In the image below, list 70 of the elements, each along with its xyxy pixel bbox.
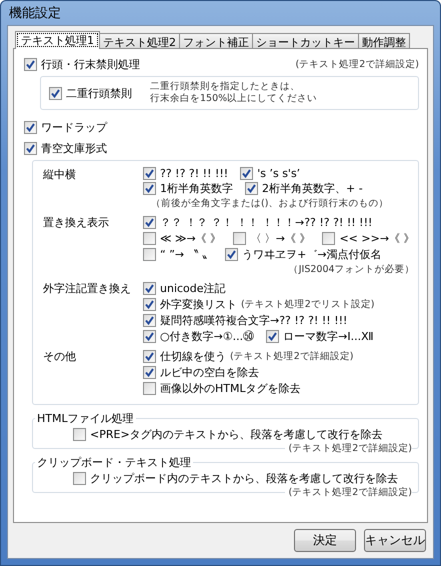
hint-text: （前後が全角文字または()、および行頭行末のもの）: [150, 197, 390, 210]
checkbox-label: ?? !? ?! !! !!!: [160, 167, 228, 180]
checkbox-label: ？？ ！？ ？！ ！！ ！！！→?? !? ?! !! !!!: [160, 215, 372, 230]
checkbox-label: ローマ数字→Ⅰ...Ⅻ: [283, 329, 374, 344]
tab[interactable]: フォント補正: [179, 33, 253, 48]
hint-text: (テキスト処理2で詳細設定): [284, 442, 412, 455]
tab[interactable]: テキスト処理1: [15, 31, 100, 49]
checkbox[interactable]: [245, 182, 258, 195]
checkbox[interactable]: [240, 167, 254, 180]
checkbox-label: unicode注記: [160, 281, 226, 296]
checkbox-label: ルビ中の空白を除去: [160, 365, 259, 380]
checkbox[interactable]: [143, 167, 156, 180]
hint-text: (テキスト処理2でリスト設定): [241, 298, 374, 311]
group-title: クリップボード・テキスト処理: [36, 455, 192, 470]
checkbox-label: 行頭・行末禁則処理: [41, 57, 140, 72]
hint-text: (テキスト処理2で詳細設定): [296, 58, 419, 71]
checkbox-label: 画像以外のHTMLタグを除去: [160, 381, 301, 396]
checkbox[interactable]: [73, 428, 86, 441]
checkbox-label: 's ’s s's’: [257, 167, 300, 180]
checkbox[interactable]: [24, 121, 37, 134]
checkbox-label: 疑問符感嘆符複合文字→?? !? ?! !! !!!: [160, 313, 348, 328]
checkbox-label: ≪ ≫→《 》: [160, 231, 222, 246]
dialog-button[interactable]: 決定: [294, 529, 356, 552]
checkbox-label: << >>→《 》: [339, 231, 415, 246]
checkbox[interactable]: [143, 330, 156, 343]
group-title: HTMLファイル処理: [36, 411, 135, 426]
checkbox-label: 青空文庫形式: [41, 141, 107, 156]
checkbox-label: 仕切線を使う: [160, 349, 226, 364]
checkbox[interactable]: [143, 382, 156, 395]
hint-text: (テキスト処理2で詳細設定): [284, 486, 412, 499]
checkbox-label: <PRE>タグ内のテキストから、段落を考慮して改行を除去: [90, 427, 383, 442]
group-label: 置き換え表示: [43, 215, 110, 231]
checkbox[interactable]: [266, 330, 280, 343]
checkbox-label: うワヰヱヲ+゛→濁点付仮名: [242, 247, 382, 262]
hint-text: （JIS2004フォントが必要）: [288, 263, 415, 276]
checkbox[interactable]: [322, 232, 336, 245]
tab[interactable]: テキスト処理2: [99, 33, 180, 48]
tab[interactable]: ショートカットキー: [252, 33, 359, 48]
hint-text: (テキスト処理2で詳細設定): [230, 350, 354, 363]
checkbox[interactable]: [143, 350, 156, 363]
checkbox-label: 2桁半角英数字、+ -: [262, 181, 363, 196]
group-label: その他: [43, 349, 77, 365]
checkbox[interactable]: [143, 366, 156, 379]
checkbox[interactable]: [24, 142, 37, 155]
hint-text: 二重行頭禁則を指定したときは、 行末余白を150%以上にしてください: [150, 81, 318, 105]
checkbox[interactable]: [143, 282, 156, 295]
checkbox-label: 二重行頭禁則: [66, 86, 132, 100]
checkbox[interactable]: [225, 248, 238, 261]
checkbox-label: “ ”→ 〝 〟: [160, 247, 214, 262]
checkbox[interactable]: [143, 216, 156, 229]
window-title: 機能設定: [9, 5, 61, 22]
checkbox[interactable]: [24, 58, 37, 71]
checkbox-label: クリップボード内のテキストから、段落を考慮して改行を除去: [90, 471, 398, 486]
checkbox[interactable]: [143, 314, 156, 327]
checkbox-label: 外字変換リスト: [160, 297, 237, 312]
group-label: 外字注記置き換え: [43, 281, 132, 297]
checkbox[interactable]: [143, 248, 156, 261]
checkbox[interactable]: [143, 298, 156, 311]
checkbox-label: ○付き数字→①...㊿: [160, 329, 254, 344]
checkbox[interactable]: [73, 472, 86, 485]
dialog-button[interactable]: キャンセル: [364, 529, 426, 552]
checkbox-label: ワードラップ: [41, 120, 107, 135]
checkbox-label: 1桁半角英数字: [160, 181, 233, 196]
checkbox-label: 〈 〉→《 》: [250, 231, 310, 246]
group-label: 縦中横: [43, 167, 77, 183]
checkbox[interactable]: [143, 182, 156, 195]
tab[interactable]: 動作調整: [358, 33, 410, 48]
checkbox[interactable]: [233, 232, 246, 245]
checkbox[interactable]: [143, 232, 156, 245]
checkbox[interactable]: [49, 86, 62, 100]
